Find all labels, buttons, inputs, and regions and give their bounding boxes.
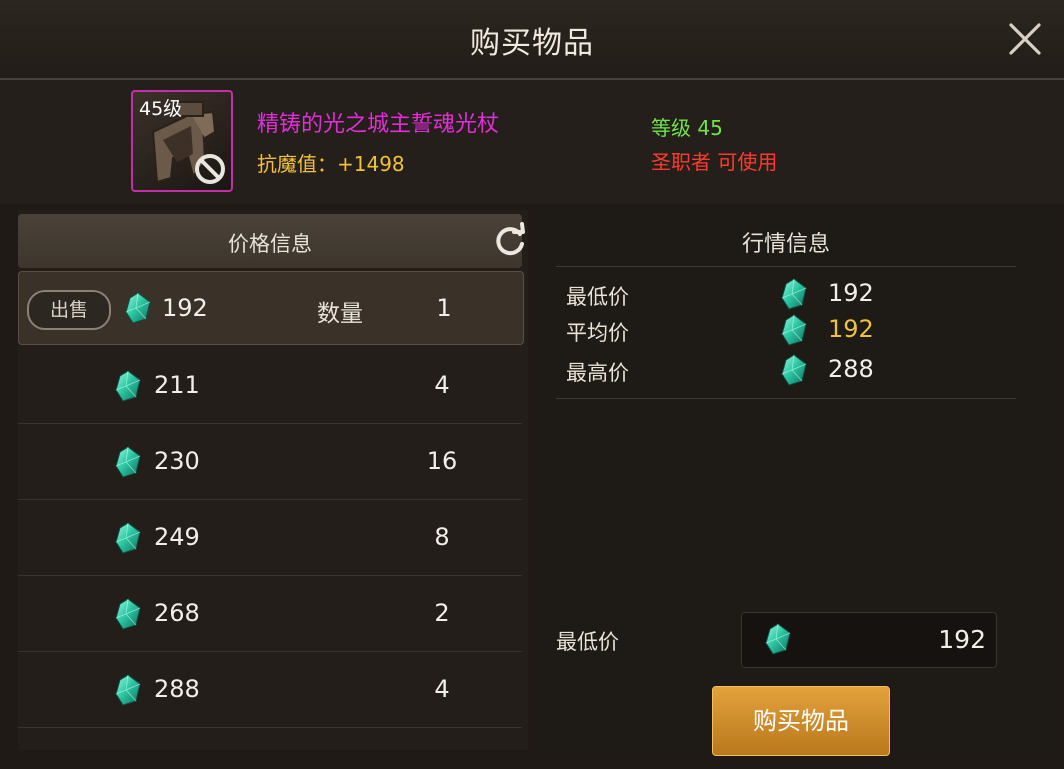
listing-quantity: 8 (434, 523, 450, 551)
gem-icon (114, 522, 142, 554)
listing-quantity: 1 (436, 294, 452, 322)
close-icon (1009, 23, 1041, 55)
gem-icon (780, 314, 808, 346)
price-info-title: 价格信息 (228, 232, 312, 256)
highest-price-value: 288 (828, 355, 874, 383)
listing-row[interactable]: 249 8 (18, 501, 522, 576)
divider (556, 266, 1016, 267)
gem-icon (764, 623, 792, 655)
listing-quantity: 4 (434, 675, 450, 703)
lowest-price-value: 192 (828, 279, 874, 307)
market-info-title: 行情信息 (741, 232, 830, 257)
buy-item-button[interactable]: 购买物品 (712, 686, 890, 756)
item-stat: 抗魔值：+1498 (257, 152, 405, 176)
listing-quantity: 16 (426, 447, 458, 475)
gem-icon (114, 598, 142, 630)
min-price-value: 192 (938, 625, 986, 654)
listing-price: 192 (162, 294, 208, 322)
divider (556, 398, 1016, 399)
unusable-icon (195, 154, 225, 184)
gem-icon (114, 446, 142, 478)
listing-quantity: 4 (434, 371, 450, 399)
lowest-price-label: 最低价 (566, 285, 629, 309)
listing-row[interactable]: 288 4 (18, 653, 522, 728)
listing-quantity: 2 (434, 599, 450, 627)
listing-price: 211 (154, 371, 200, 399)
close-button[interactable] (1008, 22, 1042, 56)
gem-icon (124, 292, 152, 324)
title-bar: 购买物品 (0, 0, 1064, 80)
min-price-field[interactable]: 192 (741, 612, 997, 668)
listing-row[interactable]: 230 16 (18, 425, 522, 500)
refresh-icon[interactable] (492, 222, 528, 258)
listing-price: 288 (154, 675, 200, 703)
gem-icon (114, 674, 142, 706)
quantity-label: 数量 (317, 301, 363, 327)
item-icon[interactable]: 45级 (131, 90, 233, 192)
min-price-label: 最低价 (556, 630, 619, 654)
listing-price: 268 (154, 599, 200, 627)
gem-icon (780, 354, 808, 386)
item-name: 精铸的光之城主誓魂光杖 (257, 112, 500, 137)
gem-icon (114, 370, 142, 402)
gem-icon (780, 278, 808, 310)
listing-row[interactable]: 268 2 (18, 577, 522, 652)
highest-price-label: 最高价 (566, 361, 629, 385)
listing-row[interactable]: 211 4 (18, 349, 522, 424)
listing-price: 249 (154, 523, 200, 551)
item-class-requirement: 圣职者 可使用 (651, 150, 778, 174)
item-level-badge: 45级 (139, 98, 183, 120)
item-grade: 等级 45 (651, 116, 723, 140)
listing-price: 230 (154, 447, 200, 475)
average-price-value: 192 (828, 315, 874, 343)
sell-button[interactable]: 出售 (27, 290, 111, 330)
dialog-title: 购买物品 (470, 26, 594, 61)
price-info-header: 价格信息 (18, 214, 525, 268)
average-price-label: 平均价 (566, 321, 629, 345)
